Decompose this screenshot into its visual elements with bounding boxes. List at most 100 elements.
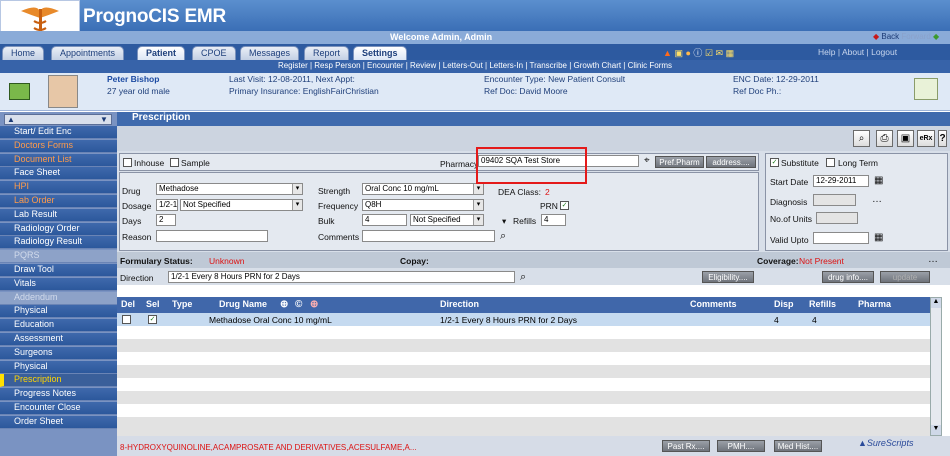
sidebar-item-addendum[interactable]: Addendum [0, 291, 117, 305]
delete-checkbox[interactable] [122, 315, 131, 324]
pmh-button[interactable]: PMH.... [717, 440, 765, 452]
user-icon[interactable]: ● [685, 48, 690, 58]
coverage-lookup-icon[interactable]: … [928, 254, 938, 265]
search-icon[interactable]: ⌕ [853, 130, 870, 147]
substitute-checkbox[interactable]: ✓ [770, 158, 779, 167]
start-date-field[interactable]: 12-29-2011 [813, 175, 869, 187]
dosage-field[interactable]: 1/2-1 [156, 199, 178, 211]
sidebar-item-encounter-close[interactable]: Encounter Close [0, 402, 117, 415]
copy-icon[interactable]: © [295, 299, 302, 310]
patient-name[interactable]: Peter Bishop [107, 74, 159, 84]
scroll-up-icon[interactable]: ▲ [931, 298, 941, 308]
sample-checkbox[interactable] [170, 158, 179, 167]
sidebar-up-icon[interactable]: ▲ [7, 115, 15, 124]
patient-home-button[interactable] [9, 83, 30, 100]
med-hist-button[interactable]: Med Hist.... [774, 440, 822, 452]
sidebar-item-hpi[interactable]: HPI [0, 181, 117, 195]
erx-button[interactable]: eRx [917, 130, 935, 147]
row-drug: Methadose Oral Conc 10 mg/mL [209, 315, 332, 325]
sidebar-item-education[interactable]: Education [0, 319, 117, 333]
diagnosis-lookup-icon[interactable]: … [872, 194, 882, 205]
search-icon[interactable]: ⌕ [520, 271, 526, 284]
sidebar-item-physical[interactable]: Physical [0, 305, 117, 319]
comments-field[interactable] [362, 230, 495, 242]
sub-navigation[interactable]: Register | Resp Person | Encounter | Rev… [0, 60, 950, 73]
sidebar-item-surgeons[interactable]: Surgeons [0, 346, 117, 360]
encounter-type: Encounter Type: New Patient Consult [484, 74, 626, 84]
diagnosis-field[interactable] [813, 194, 856, 206]
alert-icon[interactable]: ▲ [663, 48, 672, 58]
calendar-icon[interactable]: ▦ [874, 232, 883, 243]
tab-settings[interactable]: Settings [353, 46, 407, 60]
sidebar-item-radiology-order[interactable]: Radiology Order [0, 222, 117, 236]
calendar-icon[interactable]: ▦ [726, 48, 735, 58]
sidebar-item-doctors-forms[interactable]: Doctors Forms [0, 139, 117, 153]
units-field[interactable] [816, 212, 858, 224]
refills-field[interactable]: 4 [541, 214, 566, 226]
days-label: Days [122, 216, 142, 226]
chart-icon[interactable] [914, 78, 938, 100]
days-field[interactable]: 2 [156, 214, 176, 226]
tab-home[interactable]: Home [2, 46, 45, 60]
update-button[interactable]: update [880, 271, 930, 283]
select-checkbox[interactable]: ✓ [148, 315, 157, 324]
tab-appointments[interactable]: Appointments [51, 46, 125, 60]
past-rx-button[interactable]: Past Rx.... [662, 440, 710, 452]
mail-icon[interactable]: ✉ [716, 48, 724, 58]
prn-checkbox[interactable]: ✓ [560, 201, 569, 210]
tab-messages[interactable]: Messages [240, 46, 300, 60]
sidebar-item-lab-result[interactable]: Lab Result [0, 208, 117, 222]
sidebar-item-draw-tool[interactable]: Draw Tool [0, 264, 117, 277]
sidebar-item-pqrs[interactable]: PQRS [0, 250, 117, 264]
sidebar-item-physical[interactable]: Physical [0, 360, 117, 374]
scroll-down-icon[interactable]: ▼ [931, 425, 941, 435]
top-links[interactable]: Help | About | Logout [818, 47, 897, 57]
dosage-unit-select[interactable]: Not Specified [180, 199, 303, 211]
calendar-icon[interactable]: ▦ [874, 175, 883, 186]
sidebar-nav-bar: ▲ ▼ [4, 114, 112, 125]
table-row [117, 326, 930, 339]
drug-info-button[interactable]: drug info.... [822, 271, 874, 283]
direction-field[interactable]: 1/2-1 Every 8 Hours PRN for 2 Days [168, 271, 515, 283]
sidebar-item-progress-notes[interactable]: Progress Notes [0, 388, 117, 402]
sidebar-item-prescription[interactable]: Prescription [0, 374, 117, 388]
frequency-select[interactable]: Q8H [362, 199, 484, 211]
sidebar-item-vitals[interactable]: Vitals [0, 277, 117, 291]
tab-cpoe[interactable]: CPOE [192, 46, 236, 60]
checklist-icon[interactable]: ☑ [705, 48, 713, 58]
help-button[interactable]: ? [938, 130, 947, 147]
long-term-checkbox[interactable] [826, 158, 835, 167]
sidebar-item-start-edit-enc[interactable]: Start/ Edit Enc [0, 126, 117, 139]
info-icon[interactable]: ⓘ [693, 48, 702, 58]
table-scrollbar[interactable]: ▲ ▼ [930, 297, 942, 436]
strength-select[interactable]: Oral Conc 10 mg/mL [362, 183, 484, 195]
sidebar-item-lab-order[interactable]: Lab Order [0, 195, 117, 208]
pref-pharm-button[interactable]: Pref.Pharm [655, 156, 704, 168]
search-icon[interactable]: ⌕ [500, 230, 506, 243]
save-icon[interactable]: ▣ [897, 130, 914, 147]
reason-field[interactable] [156, 230, 268, 242]
table-row[interactable]: ✓ Methadose Oral Conc 10 mg/mL 1/2-1 Eve… [117, 313, 930, 326]
bulk-unit-select[interactable]: Not Specified [410, 214, 484, 226]
add-icon[interactable]: ⊕ [280, 299, 288, 310]
back-button[interactable]: ◆ Back Forward ◆ [873, 32, 939, 41]
print-icon[interactable]: ⎙ [876, 130, 893, 147]
inbox-icon[interactable]: ▣ [674, 48, 683, 58]
inhouse-checkbox[interactable] [123, 158, 132, 167]
binoculars-icon[interactable]: ⌖ [644, 155, 650, 166]
sidebar-item-face-sheet[interactable]: Face Sheet [0, 167, 117, 181]
bulk-field[interactable]: 4 [362, 214, 407, 226]
valid-upto-field[interactable] [813, 232, 869, 244]
remove-icon[interactable]: ⊕ [310, 299, 318, 310]
drug-select[interactable]: Methadose [156, 183, 303, 195]
sidebar-down-icon[interactable]: ▼ [100, 115, 108, 124]
sidebar-item-radiology-result[interactable]: Radiology Result [0, 236, 117, 250]
address-button[interactable]: address.... [706, 156, 756, 168]
sidebar-item-document-list[interactable]: Document List [0, 153, 117, 167]
tab-report[interactable]: Report [304, 46, 350, 60]
eligibility-button[interactable]: Eligibility.... [702, 271, 754, 283]
col-sel: Sel [146, 299, 160, 309]
tab-patient[interactable]: Patient [137, 46, 186, 60]
sidebar-item-assessment[interactable]: Assessment [0, 333, 117, 346]
sidebar-item-order-sheet[interactable]: Order Sheet [0, 415, 117, 429]
